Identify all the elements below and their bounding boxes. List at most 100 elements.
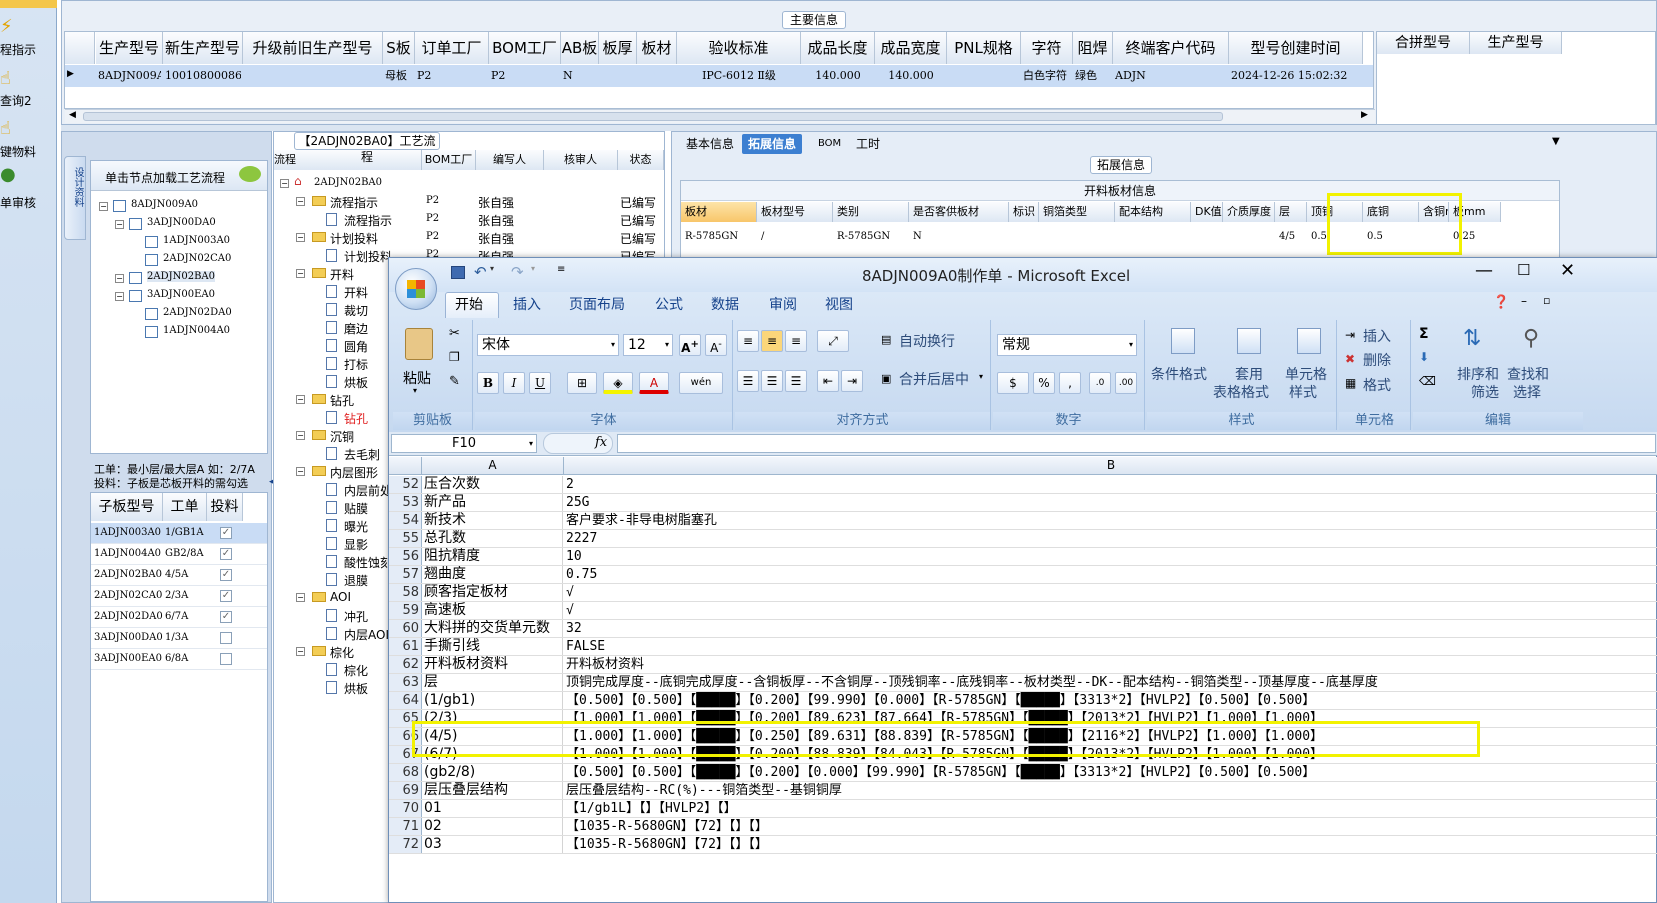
grid-header[interactable]: 新生产型号 <box>163 32 243 64</box>
cell-a[interactable]: 02 <box>422 818 563 835</box>
row-number[interactable]: 62 <box>389 656 422 673</box>
cell-b[interactable]: √ <box>564 584 1657 601</box>
node-checkbox-icon[interactable] <box>145 254 158 266</box>
phonetic-icon[interactable]: wén <box>679 372 723 394</box>
ext-cell[interactable]: R-5785GN <box>685 226 755 248</box>
ribbon-tab-2[interactable]: 页面布局 <box>569 294 625 316</box>
flow-step-label[interactable]: 裁切 <box>344 302 368 319</box>
italic-button[interactable]: I <box>503 372 525 394</box>
increase-indent-icon[interactable]: ⇥ <box>841 370 863 392</box>
table-row[interactable]: 63 层顶铜完成厚度--底铜完成厚度--含铜板厚--不含铜厚--顶残铜率--底残铜… <box>389 674 1657 692</box>
name-box-dropdown-icon[interactable]: ▾ <box>529 435 533 452</box>
ext-header[interactable]: 介质厚度 <box>1223 202 1275 222</box>
table-row[interactable]: 60 大料拼的交货单元数 32 <box>389 620 1657 638</box>
cell-b[interactable]: 【1035-R-5680GN】【72】【】【】 <box>564 818 1657 835</box>
grid-cell[interactable] <box>601 65 635 87</box>
flow-step-label[interactable]: 内层图形 <box>330 464 378 481</box>
table-row[interactable]: 58 顾客指定板材 √ <box>389 584 1657 602</box>
row-number[interactable]: 71 <box>389 818 422 835</box>
close-icon[interactable]: ✕ <box>1560 260 1575 281</box>
table-row[interactable]: 62 开料板材资料 开料板材资料 <box>389 656 1657 674</box>
tab-3[interactable]: 工时 <box>850 134 886 154</box>
row-number[interactable]: 63 <box>389 674 422 691</box>
percent-icon[interactable]: % <box>1033 372 1055 394</box>
grid-header[interactable]: 终端客户代码 <box>1113 32 1229 64</box>
cell-a[interactable]: (1/gb1) <box>422 692 563 709</box>
cell-a[interactable]: 阻抗精度 <box>422 548 563 565</box>
ext-cell[interactable] <box>1119 226 1189 248</box>
accounting-icon[interactable]: $ <box>997 372 1029 394</box>
cell-b[interactable]: 顶铜完成厚度--底铜完成厚度--含铜板厚--不含铜厚--顶残铜率--底残铜率--… <box>564 674 1657 691</box>
flow-step-label[interactable]: 钻孔 <box>344 410 368 427</box>
ext-header[interactable]: 是否客供板材 <box>909 202 1009 222</box>
grid-header[interactable]: 板材 <box>637 32 677 64</box>
tree-expander-icon[interactable]: − <box>115 220 124 229</box>
align-center-icon[interactable]: ☰ <box>761 370 783 392</box>
table-row[interactable]: 71 02 【1035-R-5680GN】【72】【】【】 <box>389 818 1657 836</box>
grid-cell[interactable]: 母板 <box>385 65 413 87</box>
grid-cell[interactable]: IPC-6012 Ⅱ级 <box>679 65 799 87</box>
ext-header[interactable]: 层 <box>1275 202 1307 222</box>
row-number[interactable]: 54 <box>389 512 422 529</box>
feed-checkbox[interactable]: ✓ <box>220 569 232 581</box>
clear-icon[interactable]: ⌫ <box>1419 374 1436 388</box>
cell-b[interactable]: 客户要求-非导电树脂塞孔 <box>564 512 1657 529</box>
row-number[interactable]: 64 <box>389 692 422 709</box>
flow-header[interactable]: BOM工厂 <box>422 150 476 170</box>
cell-a[interactable]: 01 <box>422 800 563 817</box>
paste-button[interactable]: 粘贴 <box>403 368 431 388</box>
flow-step-label[interactable]: 烘板 <box>344 680 368 697</box>
help-icon[interactable]: ❓ <box>1493 295 1509 310</box>
cell-a[interactable]: 大料拼的交货单元数 <box>422 620 563 637</box>
row-number[interactable]: 56 <box>389 548 422 565</box>
node-checkbox-icon[interactable] <box>129 218 142 230</box>
cell-b[interactable]: 2227 <box>564 530 1657 547</box>
ext-header[interactable]: 铜箔类型 <box>1039 202 1115 222</box>
ribbon-tab-3[interactable]: 公式 <box>655 294 683 316</box>
cell-b[interactable]: 【0.500】【0.500】【█████】【0.200】【0.000】【99.9… <box>564 764 1657 781</box>
column-header-b[interactable]: B <box>564 457 1657 474</box>
wrap-text-button[interactable]: 自动换行 <box>899 331 955 351</box>
tree-expander-icon[interactable]: − <box>115 292 124 301</box>
flow-step-label[interactable]: 曝光 <box>344 518 368 535</box>
grid-cell[interactable] <box>245 65 381 87</box>
flow-step-label[interactable]: AOI <box>330 590 351 604</box>
column-header-a[interactable]: A <box>422 457 564 474</box>
cell-a[interactable]: 新产品 <box>422 494 563 511</box>
flow-step-label[interactable]: 贴膜 <box>344 500 368 517</box>
cell-b[interactable]: FALSE <box>564 638 1657 655</box>
tree-expander-icon[interactable]: − <box>296 593 305 602</box>
grid-cell[interactable]: 白色字符 <box>1023 65 1071 87</box>
ribbon-restore-icon[interactable]: ▫ <box>1543 294 1550 307</box>
orientation-icon[interactable]: ⤢ <box>817 330 849 352</box>
undo-icon[interactable]: ↶ <box>474 263 487 281</box>
row-number[interactable]: 68 <box>389 764 422 781</box>
cut-icon[interactable]: ✂ <box>449 326 460 341</box>
format-painter-icon[interactable]: ✎ <box>449 374 460 389</box>
tab-0[interactable]: 基本信息 <box>680 134 740 154</box>
flow-step-label[interactable]: 打标 <box>344 356 368 373</box>
office-button[interactable] <box>395 268 437 310</box>
tree-expander-icon[interactable]: − <box>296 647 305 656</box>
cell-a[interactable]: 翘曲度 <box>422 566 563 583</box>
cell-a[interactable]: 开料板材资料 <box>422 656 563 673</box>
cell-b[interactable]: 2 <box>564 476 1657 493</box>
sub-grid-header[interactable]: 投料 <box>207 493 243 521</box>
grid-cell[interactable] <box>639 65 675 87</box>
cell-a[interactable]: 层压叠层结构 <box>422 782 563 799</box>
grid-header[interactable]: AB板 <box>561 32 599 64</box>
table-row[interactable]: 55 总孔数 2227 <box>389 530 1657 548</box>
copy-icon[interactable]: ❐ <box>449 350 460 364</box>
cell-b[interactable]: 层压叠层结构--RC(%)---铜箔类型--基铜铜厚 <box>564 782 1657 799</box>
undo-dropdown-icon[interactable]: ▾ <box>490 264 494 273</box>
delete-button[interactable]: 删除 <box>1363 350 1391 370</box>
row-number[interactable]: 72 <box>389 836 422 853</box>
flow-step-label[interactable]: 退膜 <box>344 572 368 589</box>
grow-font-icon[interactable]: A+ <box>679 334 701 356</box>
cell-b[interactable]: 【1035-R-5680GN】【72】【】【】 <box>564 836 1657 853</box>
grid-cell[interactable]: 8ADJN009A0 <box>98 65 161 87</box>
tree-node-label[interactable]: 8ADJN009A0 <box>131 199 198 210</box>
table-row[interactable]: 56 阻抗精度 10 <box>389 548 1657 566</box>
table-row[interactable]: 70 01 【1/gb1L】【】【HVLP2】【】 <box>389 800 1657 818</box>
align-bottom-icon[interactable]: ≡ <box>785 330 807 352</box>
